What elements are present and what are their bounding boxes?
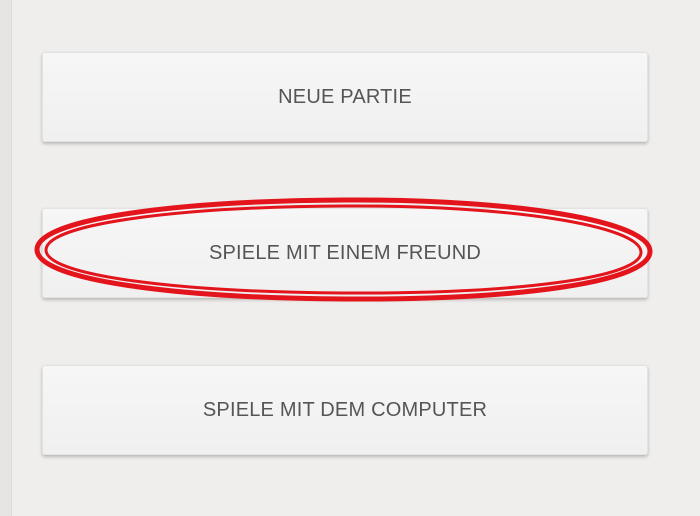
new-game-button[interactable]: NEUE PARTIE xyxy=(42,52,648,142)
new-game-label: NEUE PARTIE xyxy=(278,85,412,108)
game-menu-panel: NEUE PARTIE SPIELE MIT EINEM FREUND SPIE… xyxy=(0,0,700,516)
play-with-computer-label: SPIELE MIT DEM COMPUTER xyxy=(202,398,488,421)
play-with-friend-label: SPIELE MIT EINEM FREUND xyxy=(208,241,482,264)
panel-left-edge xyxy=(0,0,12,516)
play-with-friend-button[interactable]: SPIELE MIT EINEM FREUND xyxy=(42,208,648,298)
play-with-computer-button[interactable]: SPIELE MIT DEM COMPUTER xyxy=(42,365,648,455)
